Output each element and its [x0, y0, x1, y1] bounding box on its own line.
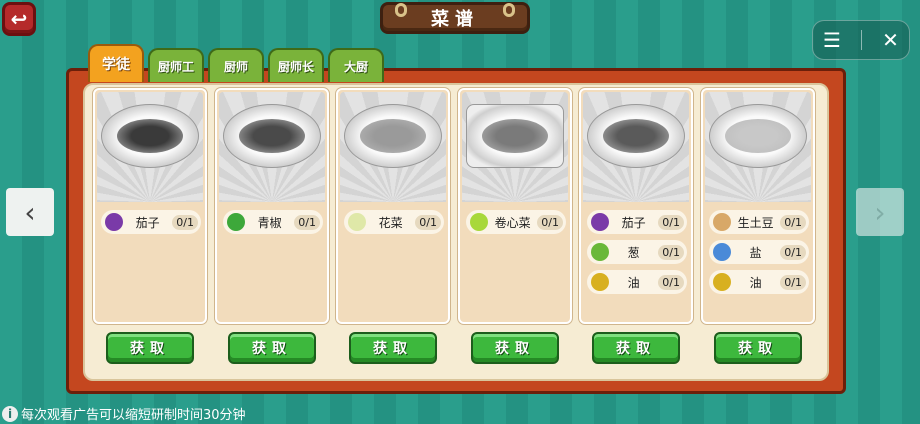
ingredient-row: 茄子 0/1 — [587, 210, 687, 234]
info-icon: i — [2, 405, 18, 422]
ingredient-count: 0/1 — [658, 274, 684, 290]
tab-cook-worker[interactable]: 厨师工 — [148, 48, 205, 82]
back-button[interactable]: ↩ — [2, 2, 36, 36]
dish-image — [462, 92, 568, 202]
dish-food — [725, 119, 791, 153]
cauliflower-icon — [348, 213, 366, 231]
recipe-card: 茄子 0/1 — [93, 88, 207, 324]
title-plate: 菜谱 — [380, 2, 530, 34]
tab-bar: 学徒 厨师工 厨师 厨师长 大厨 — [88, 44, 385, 82]
close-icon[interactable]: ✕ — [882, 28, 899, 52]
get-recipe-button[interactable]: 获取 — [714, 332, 802, 364]
cabbage-icon — [470, 213, 488, 231]
top-control-capsule: ☰ ✕ — [812, 20, 910, 60]
ingredient-name: 卷心菜 — [494, 215, 531, 230]
ad-tip-text: 每次观看广告可以缩短研制时间30分钟 — [21, 408, 246, 423]
dish-food — [239, 119, 305, 153]
ingredient-row: 茄子 0/1 — [101, 210, 201, 234]
ingredient-row: 生土豆 0/1 — [709, 210, 809, 234]
get-recipe-button[interactable]: 获取 — [592, 332, 680, 364]
salt-icon — [713, 243, 731, 261]
ingredient-row: 花菜 0/1 — [344, 210, 444, 234]
ingredient-name: 茄子 — [135, 215, 160, 230]
chevron-left-icon: ‹ — [24, 195, 36, 229]
recipe-card: 卷心菜 0/1 — [458, 88, 572, 324]
dish-food — [482, 119, 548, 153]
back-arrow-icon: ↩ — [10, 7, 28, 31]
potato-icon — [713, 213, 731, 231]
dish-plate — [587, 104, 685, 168]
ingredient-name: 葱 — [627, 245, 640, 260]
tab-apprentice[interactable]: 学徒 — [88, 44, 144, 82]
ingredient-name: 油 — [749, 275, 762, 290]
ingredient-count: 0/1 — [658, 244, 684, 260]
ingredient-name: 生土豆 — [737, 215, 774, 230]
eggplant-icon — [591, 213, 609, 231]
dish-image — [340, 92, 446, 202]
dish-food — [117, 119, 183, 153]
ingredient-name: 茄子 — [621, 215, 646, 230]
prev-page-button[interactable]: ‹ — [6, 188, 54, 236]
tab-head-chef[interactable]: 厨师长 — [268, 48, 325, 82]
oil-bottle-icon — [591, 273, 609, 291]
dish-image — [583, 92, 689, 202]
dish-image — [97, 92, 203, 202]
ingredient-count: 0/1 — [658, 214, 684, 230]
dish-food — [360, 119, 426, 153]
ingredient-count: 0/1 — [172, 214, 198, 230]
tab-chef[interactable]: 厨师 — [208, 48, 265, 82]
rope-decoration — [503, 3, 515, 17]
ingredient-row: 盐 0/1 — [709, 240, 809, 264]
rope-decoration — [395, 3, 407, 17]
menu-icon[interactable]: ☰ — [823, 28, 841, 52]
divider — [861, 30, 863, 50]
tab-master-chef[interactable]: 大厨 — [328, 48, 385, 82]
ingredient-count: 0/1 — [294, 214, 320, 230]
next-page-button[interactable]: › — [856, 188, 904, 236]
ingredient-row: 油 0/1 — [709, 270, 809, 294]
ad-tip: i 每次观看广告可以缩短研制时间30分钟 — [2, 404, 246, 423]
chevron-right-icon: › — [874, 195, 886, 229]
ingredient-row: 青椒 0/1 — [223, 210, 323, 234]
dish-image — [705, 92, 811, 202]
ingredient-row: 葱 0/1 — [587, 240, 687, 264]
ingredient-name: 花菜 — [378, 215, 403, 230]
ingredient-count: 0/1 — [780, 214, 806, 230]
dish-plate — [466, 104, 564, 168]
ingredient-count: 0/1 — [780, 244, 806, 260]
green-pepper-icon — [227, 213, 245, 231]
dish-plate — [101, 104, 199, 168]
dish-plate — [223, 104, 321, 168]
scallion-icon — [591, 243, 609, 261]
ingredient-count: 0/1 — [780, 274, 806, 290]
ingredient-name: 青椒 — [257, 215, 282, 230]
get-recipe-button[interactable]: 获取 — [106, 332, 194, 364]
recipe-card: 茄子 0/1 葱 0/1 油 0/1 — [579, 88, 693, 324]
ingredient-name: 盐 — [749, 245, 762, 260]
page-title: 菜谱 — [431, 9, 479, 30]
ingredient-name: 油 — [627, 275, 640, 290]
ingredient-row: 卷心菜 0/1 — [466, 210, 566, 234]
get-recipe-button[interactable]: 获取 — [228, 332, 316, 364]
get-recipe-button[interactable]: 获取 — [349, 332, 437, 364]
ingredient-row: 油 0/1 — [587, 270, 687, 294]
dish-plate — [709, 104, 807, 168]
recipe-card: 花菜 0/1 — [336, 88, 450, 324]
oil-bottle-icon — [713, 273, 731, 291]
ingredient-count: 0/1 — [415, 214, 441, 230]
dish-food — [603, 119, 669, 153]
ingredient-count: 0/1 — [537, 214, 563, 230]
dish-image — [219, 92, 325, 202]
eggplant-icon — [105, 213, 123, 231]
get-recipe-button[interactable]: 获取 — [471, 332, 559, 364]
recipe-card: 青椒 0/1 — [215, 88, 329, 324]
dish-plate — [344, 104, 442, 168]
recipe-card: 生土豆 0/1 盐 0/1 油 0/1 — [701, 88, 815, 324]
